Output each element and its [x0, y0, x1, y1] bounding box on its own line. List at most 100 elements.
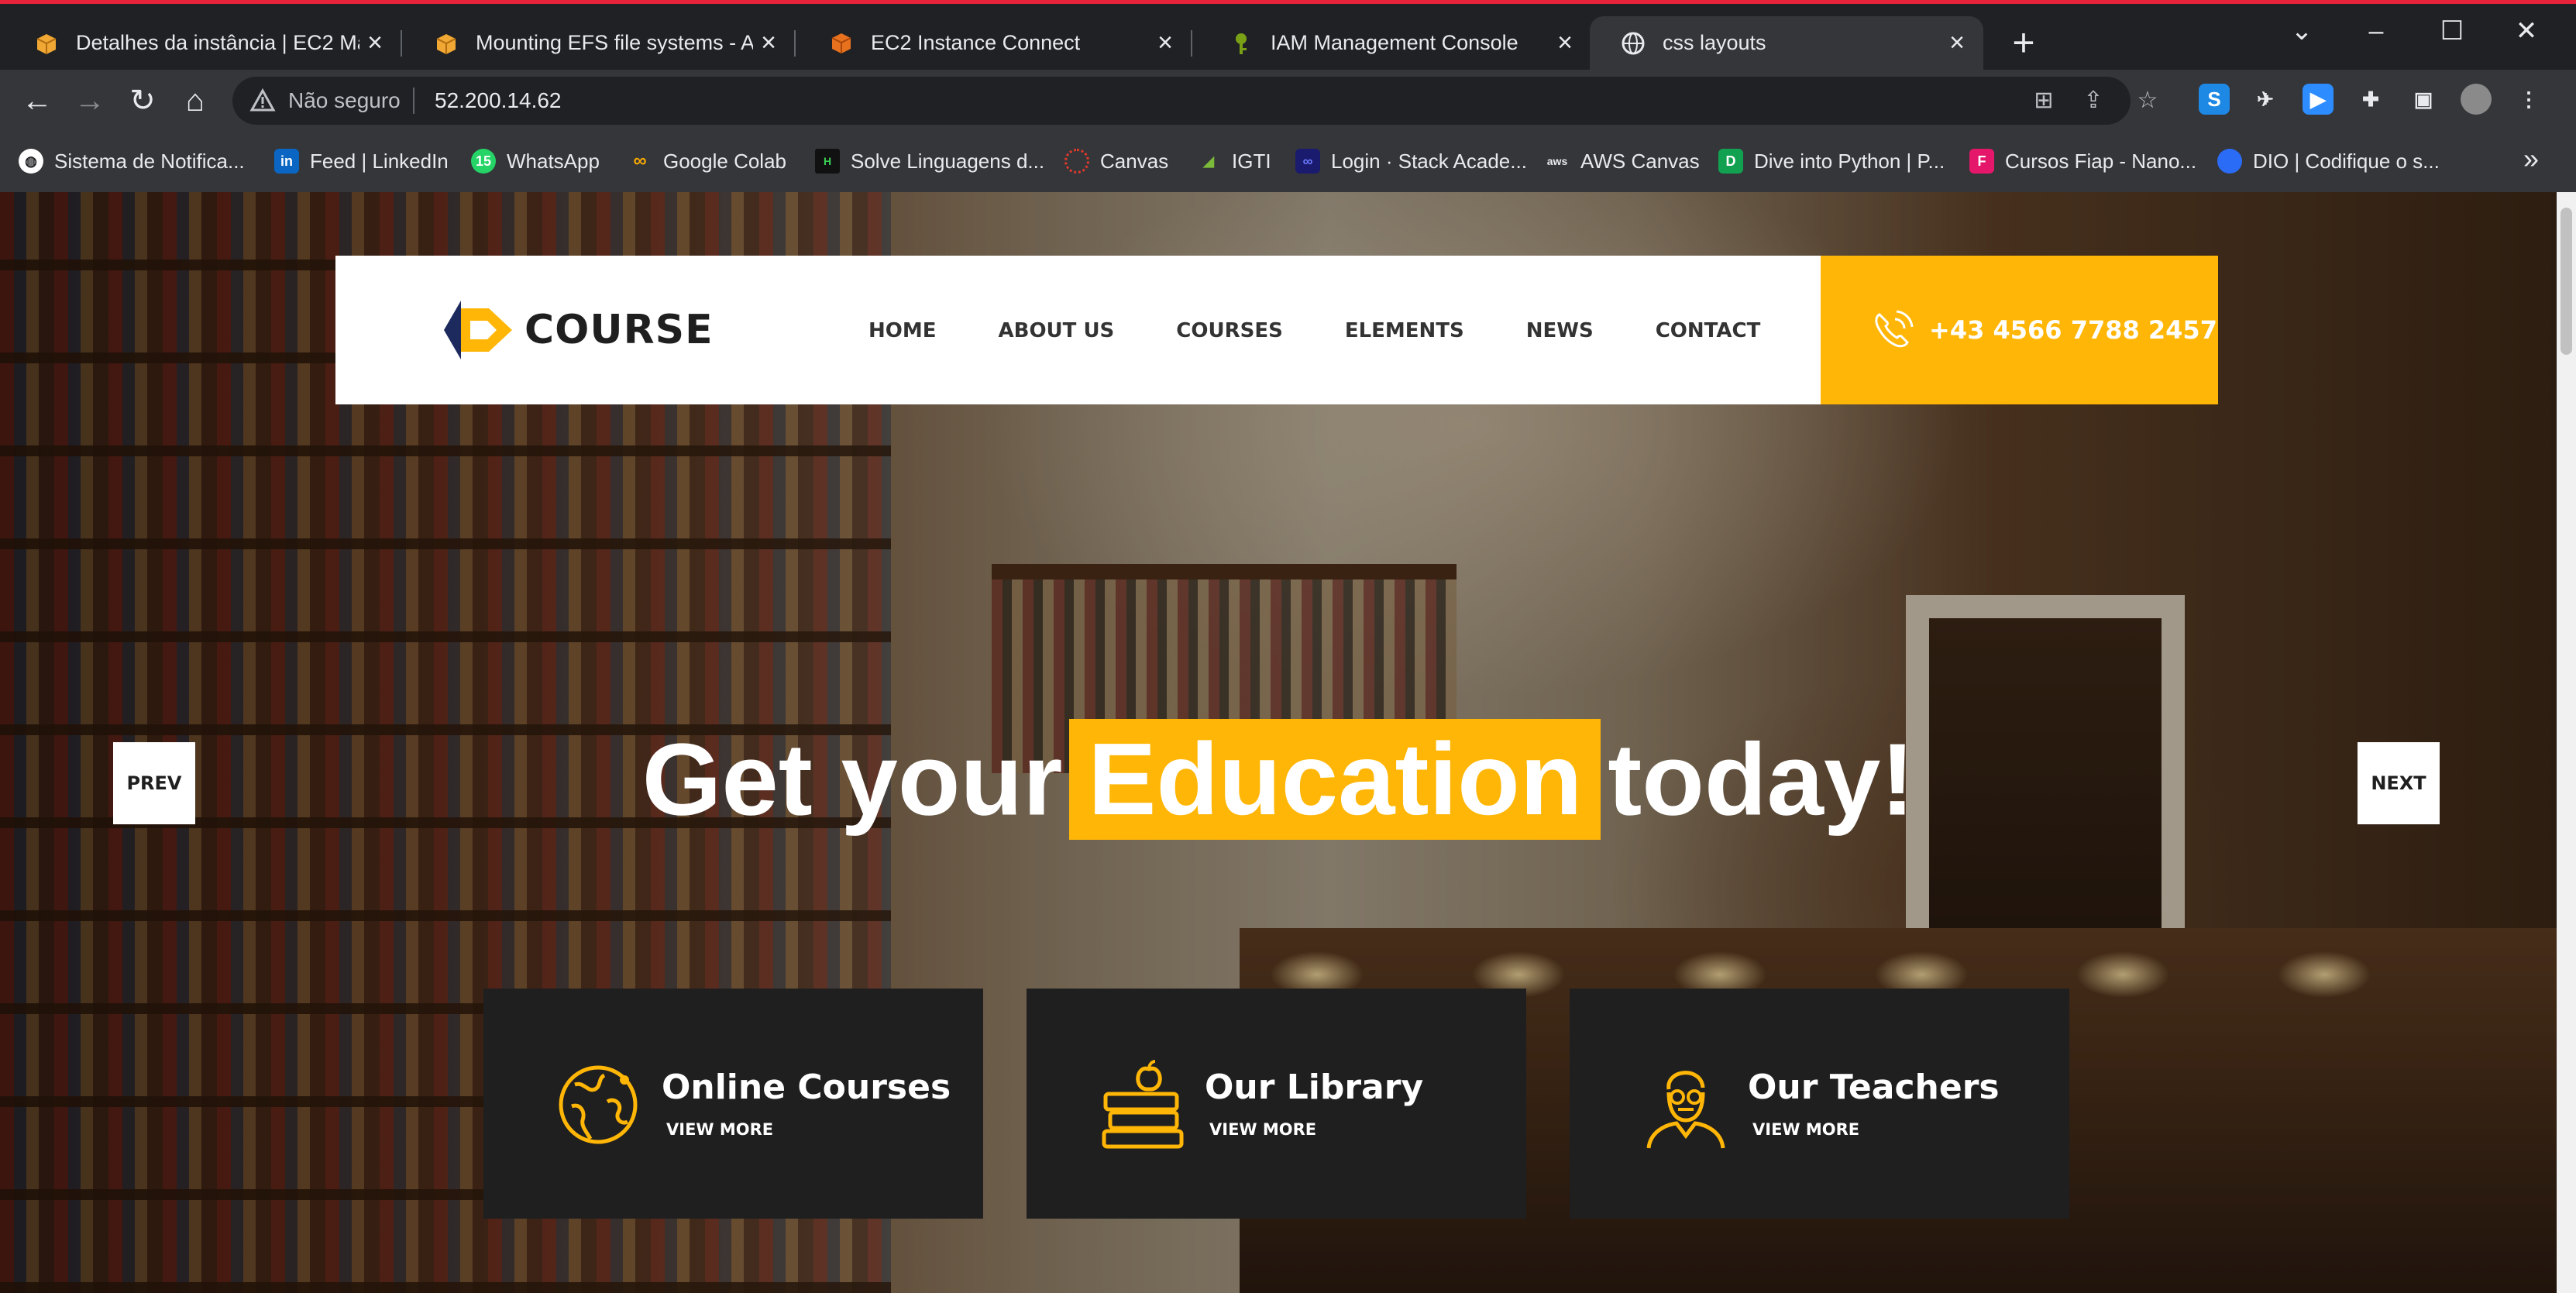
security-label[interactable]: Não seguro [288, 88, 401, 113]
tab-title: Mounting EFS file systems - Ama [476, 31, 753, 54]
hero-title: Get your Education today! [0, 719, 2557, 840]
bookmark-label: Dive into Python | P... [1754, 150, 1945, 173]
close-tab-icon[interactable]: × [1941, 28, 1972, 58]
teacher-icon [1646, 1071, 1725, 1149]
bookmark-label: Canvas [1100, 150, 1169, 173]
feature-title: Online Courses [662, 1068, 951, 1107]
slider-prev-button[interactable]: PREV [113, 742, 195, 824]
close-window-button[interactable]: ✕ [2492, 12, 2561, 50]
bookmark-item[interactable]: aws AWS Canvas [1545, 147, 1700, 175]
tab-ec2-instance-connect[interactable]: EC2 Instance Connect × [798, 16, 1192, 70]
stack-academy-icon: ∞ [1295, 149, 1320, 174]
forward-button[interactable]: → [70, 81, 110, 121]
bookmark-item[interactable]: D Dive into Python | P... [1718, 147, 1945, 175]
reload-button[interactable]: ↻ [122, 81, 163, 121]
url-text[interactable]: 52.200.14.62 [435, 88, 562, 113]
phone-contact[interactable]: +43 4566 7788 2457 [1821, 256, 2218, 404]
aws-icon: aws [1546, 155, 1568, 167]
dio-icon [2217, 149, 2242, 174]
address-bar[interactable]: Não seguro 52.200.14.62 ⊞ ⇪ ☆ [232, 77, 2158, 125]
back-button[interactable]: ← [17, 81, 57, 121]
canvas-icon [1064, 149, 1089, 174]
maximize-button[interactable]: ☐ [2417, 12, 2487, 50]
feature-our-library[interactable]: Our Library VIEW MORE [1027, 989, 1526, 1219]
phone-number: +43 4566 7788 2457 [1929, 315, 2217, 345]
extensions-icon[interactable]: ✚ [2355, 84, 2386, 115]
bookmark-item[interactable]: Canvas [1064, 147, 1168, 175]
translate-icon[interactable]: ⊞ [2028, 88, 2059, 114]
close-tab-icon[interactable]: × [359, 28, 390, 58]
site-logo[interactable]: COURSE [442, 297, 714, 363]
page-scrollbar-track[interactable] [2557, 192, 2576, 1293]
bookmark-item[interactable]: ◢ IGTI [1196, 147, 1271, 175]
zoom-extension-icon[interactable]: ▶ [2303, 84, 2334, 115]
view-more-link[interactable]: VIEW MORE [666, 1120, 773, 1139]
bookmark-item[interactable]: H Solve Linguagens d... [815, 147, 1044, 175]
tab-efs-mounting[interactable]: Mounting EFS file systems - Ama × [403, 16, 796, 70]
star-icon[interactable]: ☆ [2132, 88, 2163, 114]
bookmark-item[interactable]: F Cursos Fiap - Nano... [1969, 147, 2196, 175]
close-tab-icon[interactable]: × [753, 28, 784, 58]
page-viewport: COURSE HOME ABOUT US COURSES ELEMENTS NE… [0, 192, 2557, 1293]
bookmark-label: Sistema de Notifica... [54, 150, 245, 173]
view-more-link[interactable]: VIEW MORE [1752, 1120, 1859, 1139]
tab-iam-console[interactable]: IAM Management Console × [1198, 16, 1591, 70]
more-bookmarks-icon[interactable]: » [2523, 143, 2539, 175]
bookmark-label: DIO | Codifique o s... [2253, 150, 2440, 173]
tab-title: IAM Management Console [1271, 31, 1518, 54]
tab-search-icon[interactable]: ⌄ [2267, 12, 2337, 50]
bookmark-label: Cursos Fiap - Nano... [2005, 150, 2197, 173]
nav-about-us[interactable]: ABOUT US [999, 319, 1115, 342]
tab-separator [1191, 30, 1192, 57]
course-logo-icon [444, 301, 512, 359]
feature-title: Our Teachers [1748, 1068, 2000, 1107]
bookmark-label: Solve Linguagens d... [851, 150, 1045, 173]
hero-title-highlight: Education [1069, 719, 1601, 840]
tab-separator [794, 30, 796, 57]
tab-title: css layouts [1663, 31, 1766, 54]
python-icon: D [1718, 149, 1743, 174]
tab-ec2-details[interactable]: Detalhes da instância | EC2 Mana × [3, 16, 402, 70]
linkedin-icon: in [274, 149, 299, 174]
feature-online-courses[interactable]: Online Courses VIEW MORE [483, 989, 983, 1219]
warning-icon [249, 88, 276, 112]
nav-news[interactable]: NEWS [1526, 319, 1594, 342]
bookmark-item[interactable]: DIO | Codifique o s... [2217, 147, 2440, 175]
browser-toolbar: ← → ↻ ⌂ Não seguro 52.200.14.62 ⊞ ⇪ ☆ S … [0, 70, 2576, 132]
nav-courses[interactable]: COURSES [1176, 319, 1283, 342]
bookmark-item[interactable]: ∞ Google Colab [628, 147, 786, 175]
bookmark-item[interactable]: ◍ Sistema de Notifica... [19, 147, 245, 175]
bookmark-item[interactable]: ∞ Login · Stack Acade... [1295, 147, 1527, 175]
home-button[interactable]: ⌂ [175, 81, 215, 121]
bookmark-item[interactable]: 15 WhatsApp [471, 147, 600, 175]
nav-home[interactable]: HOME [868, 319, 937, 342]
browser-menu-icon[interactable]: ⋮ [2513, 84, 2544, 115]
view-more-link[interactable]: VIEW MORE [1209, 1120, 1316, 1139]
tab-strip: Detalhes da instância | EC2 Mana × Mount… [0, 4, 2576, 70]
bookmark-item[interactable]: in Feed | LinkedIn [274, 147, 449, 175]
page-scrollbar-thumb[interactable] [2561, 208, 2572, 355]
aws-iam-key-icon [1236, 33, 1247, 54]
nav-elements[interactable]: ELEMENTS [1345, 319, 1464, 342]
share-icon[interactable]: ⇪ [2078, 88, 2109, 114]
bookmark-label: WhatsApp [507, 150, 600, 173]
skype-extension-icon[interactable]: S [2199, 84, 2230, 115]
hero-title-after: today! [1608, 722, 1915, 837]
minimize-button[interactable]: – [2341, 12, 2411, 50]
close-tab-icon[interactable]: × [1150, 28, 1181, 58]
slider-next-button[interactable]: NEXT [2358, 742, 2440, 824]
close-tab-icon[interactable]: × [1549, 28, 1580, 58]
whatsapp-icon: 15 [471, 149, 496, 174]
nav-contact[interactable]: CONTACT [1656, 319, 1761, 342]
aws-orange-cube-icon [831, 33, 851, 53]
new-tab-button[interactable]: + [2002, 21, 2045, 64]
aws-box-icon [436, 33, 456, 54]
feature-title: Our Library [1205, 1068, 1424, 1107]
bookmark-label: Feed | LinkedIn [310, 150, 449, 173]
side-panel-icon[interactable]: ▣ [2408, 84, 2439, 115]
feature-our-teachers[interactable]: Our Teachers VIEW MORE [1570, 989, 2069, 1219]
tab-css-layouts[interactable]: css layouts × [1590, 16, 1983, 70]
profile-avatar[interactable] [2461, 84, 2492, 115]
tab-title: EC2 Instance Connect [871, 31, 1081, 54]
puzzle-alt-extension-icon[interactable]: ✈ [2250, 84, 2281, 115]
